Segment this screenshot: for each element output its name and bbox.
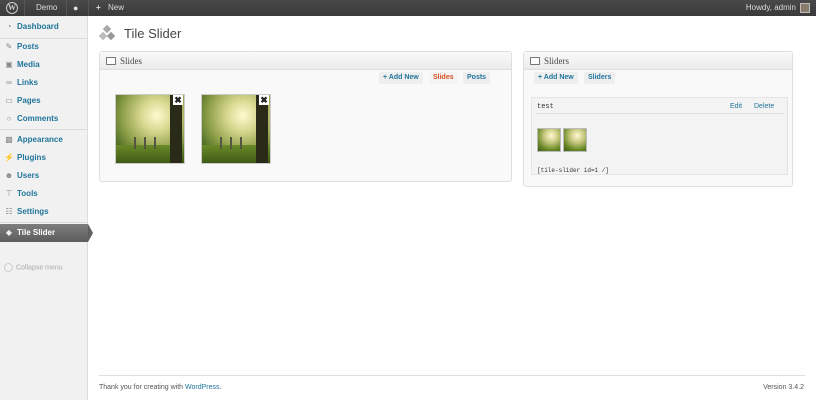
comments-icon: ○ [6,114,12,123]
admin-bar-separator [66,0,67,16]
slides-box-header: Slides [100,52,511,70]
admin-bar-separator [24,0,25,16]
sidebar-item-label: Plugins [17,153,46,162]
slide-fence-post [230,137,232,149]
appearance-icon: ▩ [5,135,13,144]
footer-divider [99,375,805,376]
slide-fence-post [154,137,156,149]
sliders-box-header: Sliders [524,52,792,70]
slider-slide-thumbnail [563,128,587,152]
sidebar-item-label: Media [17,60,40,69]
plus-icon[interactable]: + [96,0,101,16]
wordpress-link[interactable]: WordPress [185,384,220,391]
menu-separator [0,222,88,223]
slider-name: test [537,103,554,111]
howdy-user-link[interactable]: Howdy, admin [746,0,796,16]
posts-icon: ✎ [5,42,13,51]
current-menu-arrow [88,224,93,242]
sidebar-item-label: Pages [17,96,41,105]
sidebar-item-label: Tools [17,189,38,198]
page-title: Tile Slider [124,26,182,41]
admin-sidebar: ◔ Dashboard ✎ Posts ▣ Media ∞ Links ▭ Pa… [0,16,88,400]
slider-divider [536,113,784,114]
sidebar-item-plugins[interactable]: ⚡ Plugins [0,149,88,167]
footer-thanks-suffix: . [219,384,222,391]
slide-fence-post [220,137,222,149]
slide-fence-post [240,137,242,149]
sidebar-item-settings[interactable]: ☷ Settings [0,203,88,221]
add-new-slide-button[interactable]: + Add New [379,72,423,84]
admin-bar-separator [88,0,89,16]
sidebar-item-users[interactable]: ☻ Users [0,167,88,185]
slide-tree [170,95,182,163]
collapse-arrow-icon [4,263,13,272]
collapse-menu-button[interactable]: Collapse menu [4,263,63,272]
sidebar-item-label: Links [17,78,38,87]
footer-thanks: Thank you for creating with WordPress. [99,384,221,391]
site-name-link[interactable]: Demo [36,0,57,16]
new-content-link[interactable]: New [108,0,124,16]
tab-posts[interactable]: Posts [463,72,491,84]
avatar[interactable] [800,3,810,13]
slider-shortcode: [tile-slider id=1 /] [537,167,610,174]
sidebar-item-posts[interactable]: ✎ Posts [0,38,88,56]
admin-bar: W Demo ● + New Howdy, admin [0,0,816,16]
slider-slide-thumbnail [537,128,561,152]
sidebar-item-dashboard[interactable]: ◔ Dashboard [0,18,88,36]
sidebar-item-label: Comments [17,114,59,123]
tab-slides[interactable]: Slides [429,72,458,84]
collapse-menu-label: Collapse menu [16,264,63,272]
remove-slide-close-icon[interactable]: ✖ [259,95,269,105]
pages-icon: ▭ [5,96,13,105]
slide-fence-post [134,137,136,149]
settings-icon: ☷ [5,207,13,216]
sidebar-item-tools[interactable]: ⊤ Tools [0,185,88,203]
sliders-box-title: Sliders [544,56,570,66]
users-icon: ☻ [4,171,14,180]
tab-sliders[interactable]: Sliders [584,72,616,84]
menu-separator [0,129,88,130]
footer-thanks-text: Thank you for creating with [99,384,185,391]
sidebar-item-label: Tile Slider [17,228,56,237]
sidebar-item-label: Appearance [17,135,63,144]
edit-slider-link[interactable]: Edit [730,103,742,110]
sidebar-item-media[interactable]: ▣ Media [0,56,88,74]
slide-fence-post [144,137,146,149]
add-new-slider-button[interactable]: + Add New [534,72,578,84]
links-icon: ∞ [6,78,12,87]
sidebar-item-label: Settings [17,207,49,216]
slides-box-title: Slides [120,56,143,66]
sidebar-item-tile-slider[interactable]: ◆ Tile Slider [0,224,88,242]
slider-entry: test Edit Delete [tile-slider id=1 /] [531,97,788,175]
wordpress-logo-icon[interactable]: W [6,2,18,14]
sidebar-item-appearance[interactable]: ▩ Appearance [0,131,88,149]
sidebar-item-links[interactable]: ∞ Links [0,74,88,92]
sidebar-item-comments[interactable]: ○ Comments [0,110,88,128]
delete-slider-link[interactable]: Delete [754,103,774,110]
comments-bubble-icon[interactable]: ● [73,0,78,16]
remove-slide-close-icon[interactable]: ✖ [173,95,183,105]
tile-slider-page-icon [99,25,116,41]
footer-version: Version 3.4.2 [763,384,804,391]
slides-box: Slides + Add New Slides Posts ✖ ✖ [99,51,512,182]
dashboard-icon: ◔ [6,22,12,31]
sidebar-item-pages[interactable]: ▭ Pages [0,92,88,110]
media-icon: ▣ [5,60,13,69]
plugins-icon: ⚡ [4,153,14,162]
tools-icon: ⊤ [5,189,13,198]
monitor-icon [530,57,540,65]
slide-tree [256,95,268,163]
image-icon [106,57,116,65]
sidebar-item-label: Dashboard [17,22,59,31]
sidebar-item-label: Users [17,171,40,180]
tile-slider-icon: ◆ [5,228,13,237]
sidebar-item-label: Posts [17,42,39,51]
